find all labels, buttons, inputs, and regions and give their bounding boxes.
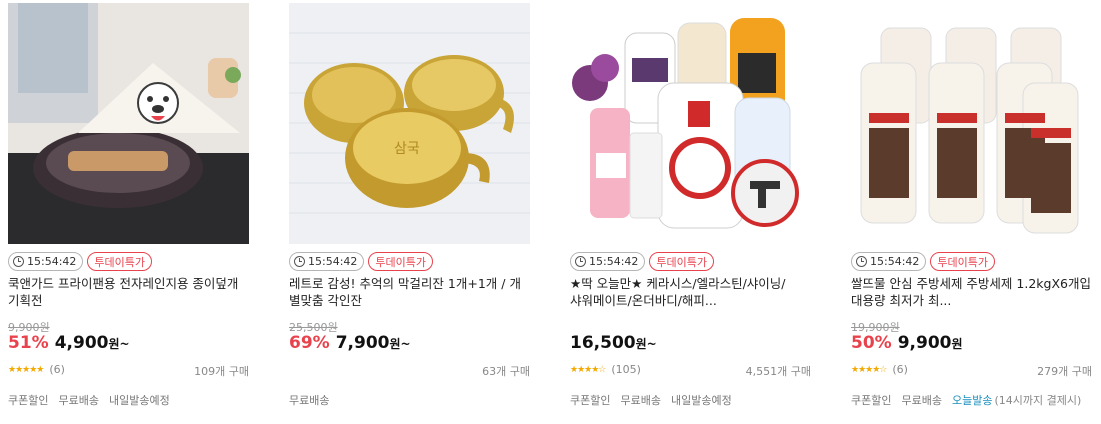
- clock-icon: [13, 256, 24, 267]
- price-amount: 4,900: [54, 333, 109, 353]
- deal-badge: 투데이특가: [930, 252, 996, 271]
- price-amount: 7,900: [335, 333, 390, 353]
- rating-stars-icon: ★★★★★: [8, 364, 44, 375]
- timer-text: 15:54:42: [589, 255, 639, 268]
- countdown-timer: 15:54:42: [289, 252, 365, 271]
- product-title[interactable]: 쿡앤가드 프라이팬용 전자레인지용 종이덮개 기획전: [8, 275, 249, 309]
- product-card[interactable]: 15:54:42 투데이특가 쿡앤가드 프라이팬용 전자레인지용 종이덮개 기획…: [8, 3, 249, 421]
- price-amount: 9,900: [897, 333, 952, 353]
- product-image[interactable]: [851, 3, 1092, 244]
- clock-icon: [575, 256, 586, 267]
- shipping-info: 쿠폰할인 무료배송 내일발송예정: [570, 392, 732, 408]
- review-count: (6): [892, 363, 908, 376]
- timer-text: 15:54:42: [870, 255, 920, 268]
- title-line: 별맞춤 각인잔: [289, 293, 362, 308]
- shipping-tag: 쿠폰할인: [851, 394, 892, 407]
- review-count: (6): [49, 363, 65, 376]
- title-line: 쿡앤가드 프라이팬용 전자레인지용 종이덮개: [8, 276, 239, 291]
- discount-rate: 69%: [289, 333, 330, 353]
- shipping-tag: 내일발송예정: [670, 394, 732, 407]
- shipping-tag: 쿠폰할인: [570, 394, 611, 407]
- rating-stars-icon: ★★★★☆: [570, 364, 606, 375]
- clock-icon: [856, 256, 867, 267]
- sale-price: 69% 7,900원~: [289, 333, 411, 353]
- shipping-tag-today: 오늘발송: [951, 394, 993, 407]
- sale-price: 16,500원~: [570, 333, 657, 353]
- price-unit: 원~: [108, 337, 130, 351]
- shipping-tag: 무료배송: [620, 394, 661, 407]
- timer-text: 15:54:42: [27, 255, 77, 268]
- product-card[interactable]: 삼국 15:54:42 투데이특가 레트로 감성! 추억의 막걸리잔 1개+1개…: [289, 3, 530, 421]
- title-line: 대용량 최저가 최...: [851, 293, 952, 308]
- rating: ★★★★☆ (6): [851, 363, 908, 376]
- title-line: ★딱 오늘만★ 케라시스/엘라스틴/샤이닝/: [570, 276, 786, 291]
- shipping-info: 무료배송: [289, 392, 329, 408]
- sold-count: 279개 구매: [1037, 365, 1092, 378]
- product-title[interactable]: 쌀뜨물 안심 주방세제 주방세제 1.2kgX6개입 대용량 최저가 최...: [851, 275, 1092, 309]
- product-image[interactable]: [570, 3, 811, 244]
- product-card[interactable]: 15:54:42 투데이특가 쌀뜨물 안심 주방세제 주방세제 1.2kgX6개…: [851, 3, 1092, 421]
- product-title[interactable]: ★딱 오늘만★ 케라시스/엘라스틴/샤이닝/ 샤워메이트/온더바디/해피...: [570, 275, 811, 309]
- shipping-tag: 무료배송: [289, 394, 330, 407]
- discount-rate: 50%: [851, 333, 892, 353]
- title-line: 기획전: [8, 293, 43, 308]
- shipping-info: 쿠폰할인 무료배송 내일발송예정: [8, 392, 170, 408]
- sale-price: 51% 4,900원~: [8, 333, 130, 353]
- price-unit: 원~: [389, 337, 411, 351]
- deal-badge: 투데이특가: [368, 252, 434, 271]
- sold-count: 4,551개 구매: [745, 365, 811, 378]
- rating-stars-icon: ★★★★☆: [851, 364, 887, 375]
- discount-rate: 51%: [8, 333, 49, 353]
- title-line: 쌀뜨물 안심 주방세제 주방세제 1.2kgX6개입: [851, 276, 1091, 291]
- deal-badge: 투데이특가: [87, 252, 153, 271]
- sale-price: 50% 9,900원: [851, 333, 963, 353]
- product-grid: 15:54:42 투데이특가 쿡앤가드 프라이팬용 전자레인지용 종이덮개 기획…: [8, 3, 1093, 421]
- product-card[interactable]: 15:54:42 투데이특가 ★딱 오늘만★ 케라시스/엘라스틴/샤이닝/ 샤워…: [570, 3, 811, 421]
- clock-icon: [294, 256, 305, 267]
- countdown-timer: 15:54:42: [851, 252, 927, 271]
- product-image[interactable]: [8, 3, 249, 244]
- sold-count: 63개 구매: [482, 365, 530, 378]
- product-image[interactable]: 삼국: [289, 3, 530, 244]
- title-line: 레트로 감성! 추억의 막걸리잔 1개+1개 / 개: [289, 276, 521, 291]
- shipping-note: (14시까지 결제시): [994, 394, 1082, 407]
- countdown-timer: 15:54:42: [8, 252, 84, 271]
- price-amount: 16,500: [570, 333, 636, 353]
- countdown-timer: 15:54:42: [570, 252, 646, 271]
- rating: ★★★★☆ (105): [570, 363, 641, 376]
- timer-text: 15:54:42: [308, 255, 358, 268]
- price-unit: 원~: [635, 337, 657, 351]
- shipping-info: 쿠폰할인 무료배송 오늘발송 (14시까지 결제시): [851, 392, 1081, 408]
- svg-text:삼국: 삼국: [394, 141, 420, 157]
- deal-badge: 투데이특가: [649, 252, 715, 271]
- rating: ★★★★★ (6): [8, 363, 65, 376]
- shipping-tag: 무료배송: [901, 394, 942, 407]
- product-title[interactable]: 레트로 감성! 추억의 막걸리잔 1개+1개 / 개 별맞춤 각인잔: [289, 275, 530, 309]
- shipping-tag: 무료배송: [58, 394, 99, 407]
- review-count: (105): [611, 363, 641, 376]
- title-line: 샤워메이트/온더바디/해피...: [570, 293, 717, 308]
- price-unit: 원: [951, 337, 963, 351]
- shipping-tag: 쿠폰할인: [8, 394, 49, 407]
- sold-count: 109개 구매: [194, 365, 249, 378]
- shipping-tag: 내일발송예정: [108, 394, 170, 407]
